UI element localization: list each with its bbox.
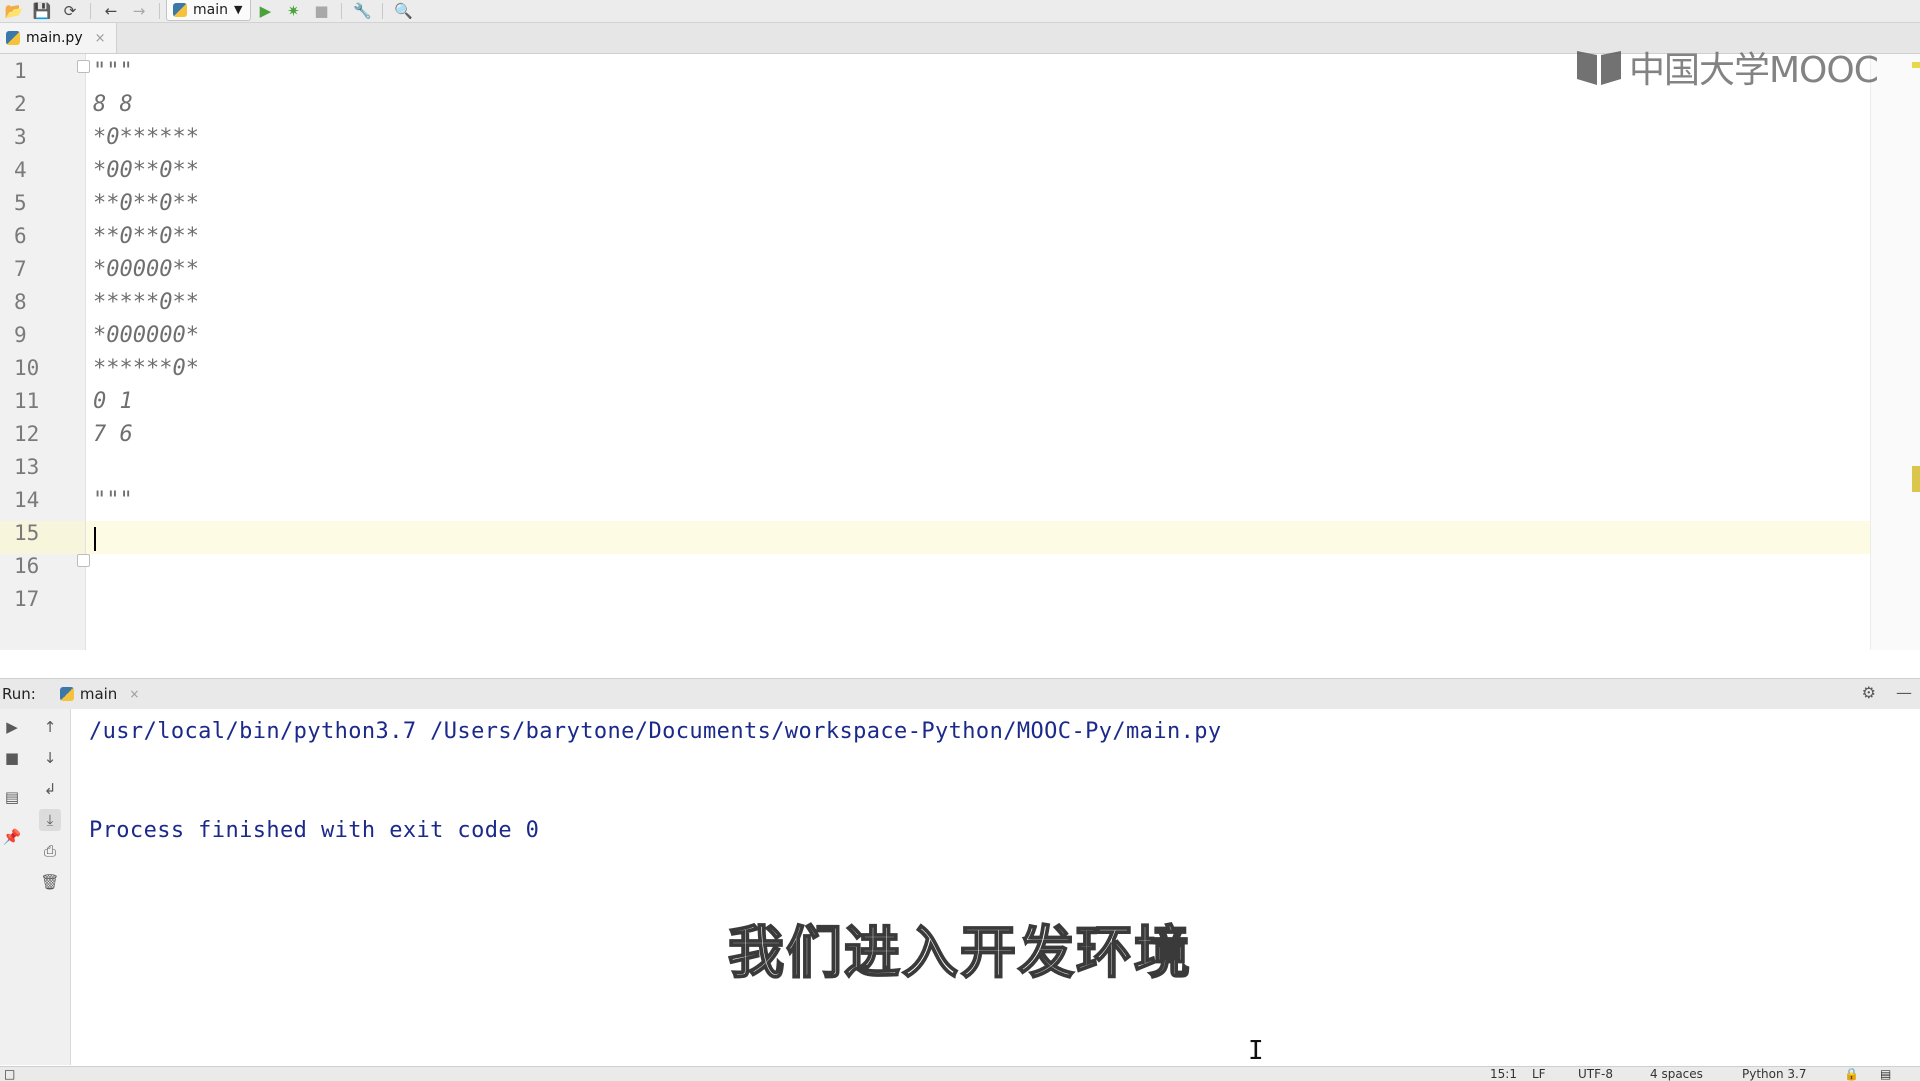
scroll-marker [1912, 466, 1920, 492]
status-toggle-icon[interactable]: □ [4, 1067, 15, 1081]
print-icon[interactable]: ⎙ [39, 840, 61, 862]
tab-label: main.py [26, 30, 83, 46]
line-number: 11 [14, 389, 40, 413]
chevron-down-icon: ▼ [233, 3, 243, 16]
line-number: 3 [14, 125, 27, 149]
open-folder-icon[interactable]: 📂 [0, 0, 28, 22]
line-number: 15 [14, 521, 40, 545]
run-panel-header: Run: main × ⚙ — [0, 678, 1920, 710]
editor-scrollbar[interactable] [1870, 54, 1920, 650]
line-number: 2 [14, 92, 27, 116]
current-line-highlight [86, 521, 1870, 554]
scroll-marker [1912, 62, 1920, 68]
run-configuration-label: main [193, 1, 228, 18]
fold-marker-icon[interactable] [77, 60, 90, 73]
python-icon [173, 2, 187, 17]
code-editor[interactable]: 1 2 3 4 5 6 7 8 9 10 11 12 13 14 15 16 17 """ 8 8 *0******… [0, 54, 1920, 650]
code-line: *00000** [93, 257, 199, 282]
line-number: 10 [14, 356, 40, 380]
event-log-icon[interactable]: ▤ [1880, 1067, 1891, 1081]
line-number: 4 [14, 158, 27, 182]
line-number: 12 [14, 422, 40, 446]
code-line: """ [93, 59, 133, 84]
stop-icon[interactable]: ■ [307, 0, 335, 22]
line-number: 14 [14, 488, 40, 512]
forward-icon[interactable]: → [125, 0, 153, 22]
tab-main-py[interactable]: main.py × [0, 23, 117, 53]
search-icon[interactable]: 🔍 [389, 0, 417, 22]
wrench-icon[interactable]: 🔧 [348, 0, 376, 22]
run-tab-label: main [79, 685, 118, 703]
lock-icon[interactable]: 🔒 [1844, 1067, 1859, 1081]
code-line: *00**0** [93, 158, 199, 183]
console-line: Process finished with exit code 0 [89, 818, 540, 843]
run-configuration-select[interactable]: main ▼ [166, 0, 252, 21]
gear-icon[interactable]: ⚙ [1862, 683, 1876, 702]
python-interpreter[interactable]: Python 3.7 [1742, 1067, 1807, 1081]
mooc-watermark: 中国大学MOOC [1575, 46, 1879, 91]
line-number: 5 [14, 191, 27, 215]
status-bar: □ 15:1 LF UTF-8 4 spaces Python 3.7 🔒 ▤ [0, 1066, 1920, 1081]
code-line: **0**0** [93, 224, 199, 249]
toolbar-separator [90, 3, 91, 19]
line-separator[interactable]: LF [1532, 1067, 1546, 1081]
python-icon [59, 687, 74, 701]
close-icon[interactable]: × [129, 687, 139, 701]
trash-icon[interactable]: 🗑 [39, 871, 61, 893]
run-icon[interactable]: ▶ [251, 0, 279, 22]
code-line: ******0* [93, 356, 199, 381]
line-number: 9 [14, 323, 27, 347]
video-subtitle: 我们进入开发环境 [727, 920, 1192, 987]
line-number: 17 [14, 587, 40, 611]
soft-wrap-icon[interactable]: ↲ [39, 778, 61, 800]
run-tab-main[interactable]: main × [59, 685, 139, 703]
text-caret [94, 527, 96, 551]
stop-icon[interactable]: ■ [1, 747, 23, 769]
minimize-icon[interactable]: — [1896, 683, 1912, 702]
watermark-text: 中国大学MOOC [1629, 50, 1879, 91]
line-number: 16 [14, 554, 40, 578]
rerun-icon[interactable]: ▶ [1, 716, 23, 738]
main-toolbar: 📂 💾 ⟳ ← → main ▼ ▶ ✷ ■ 🔧 🔍 [0, 0, 1920, 23]
layout-icon[interactable]: ▤ [1, 786, 23, 808]
scroll-to-end-icon[interactable]: ⤓ [39, 809, 61, 831]
code-line: 7 6 [93, 422, 133, 447]
toolbar-separator [341, 3, 343, 19]
code-line: *****0** [93, 290, 199, 315]
line-number: 8 [14, 290, 27, 314]
toolbar-separator [382, 3, 384, 19]
toolbar-separator [159, 3, 160, 19]
run-console[interactable]: /usr/local/bin/python3.7 /Users/barytone… [71, 709, 1920, 1065]
line-number: 1 [14, 59, 27, 83]
line-number: 7 [14, 257, 27, 281]
console-line: /usr/local/bin/python3.7 /Users/barytone… [89, 719, 1222, 744]
run-tool-strip: ▶ ■ ▤ 📌 ↑ ↓ ↲ ⤓ ⎙ 🗑 [0, 709, 71, 1065]
code-line: 8 8 [93, 92, 133, 117]
debug-icon[interactable]: ✷ [279, 0, 307, 22]
arrow-up-icon[interactable]: ↑ [39, 716, 61, 738]
indent-setting[interactable]: 4 spaces [1650, 1067, 1703, 1081]
line-number: 13 [14, 455, 40, 479]
line-number: 6 [14, 224, 27, 248]
fold-marker-icon[interactable] [77, 554, 90, 567]
text-cursor-icon: I [1248, 1036, 1264, 1066]
pin-icon[interactable]: 📌 [1, 826, 23, 848]
save-icon[interactable]: 💾 [28, 0, 56, 22]
code-line: *0****** [93, 125, 199, 150]
arrow-down-icon[interactable]: ↓ [39, 747, 61, 769]
code-line: *000000* [93, 323, 199, 348]
back-icon[interactable]: ← [97, 0, 125, 22]
file-encoding[interactable]: UTF-8 [1578, 1067, 1613, 1081]
code-line: 0 1 [93, 389, 133, 414]
sync-icon[interactable]: ⟳ [56, 0, 84, 22]
run-panel-label: Run: [2, 685, 36, 703]
book-logo-icon [1577, 51, 1621, 85]
code-line: **0**0** [93, 191, 199, 216]
python-file-icon [6, 31, 20, 45]
caret-position[interactable]: 15:1 [1490, 1067, 1517, 1081]
code-line: """ [93, 488, 133, 513]
close-icon[interactable]: × [95, 31, 106, 46]
